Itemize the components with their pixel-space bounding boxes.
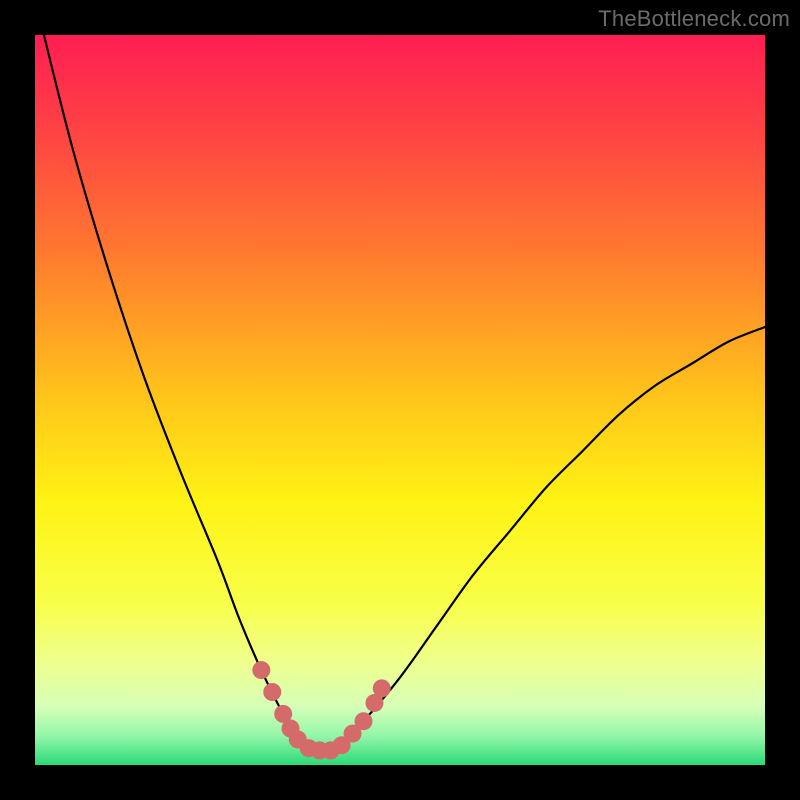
bottleneck-curve: [35, 35, 765, 752]
curve-layer: [35, 35, 765, 765]
plot-area: [35, 35, 765, 765]
watermark-text: TheBottleneck.com: [598, 6, 790, 32]
marker-point: [373, 679, 391, 697]
marker-point: [252, 661, 270, 679]
curve-markers: [252, 661, 390, 759]
chart-frame: TheBottleneck.com: [0, 0, 800, 800]
marker-point: [355, 712, 373, 730]
marker-point: [263, 683, 281, 701]
